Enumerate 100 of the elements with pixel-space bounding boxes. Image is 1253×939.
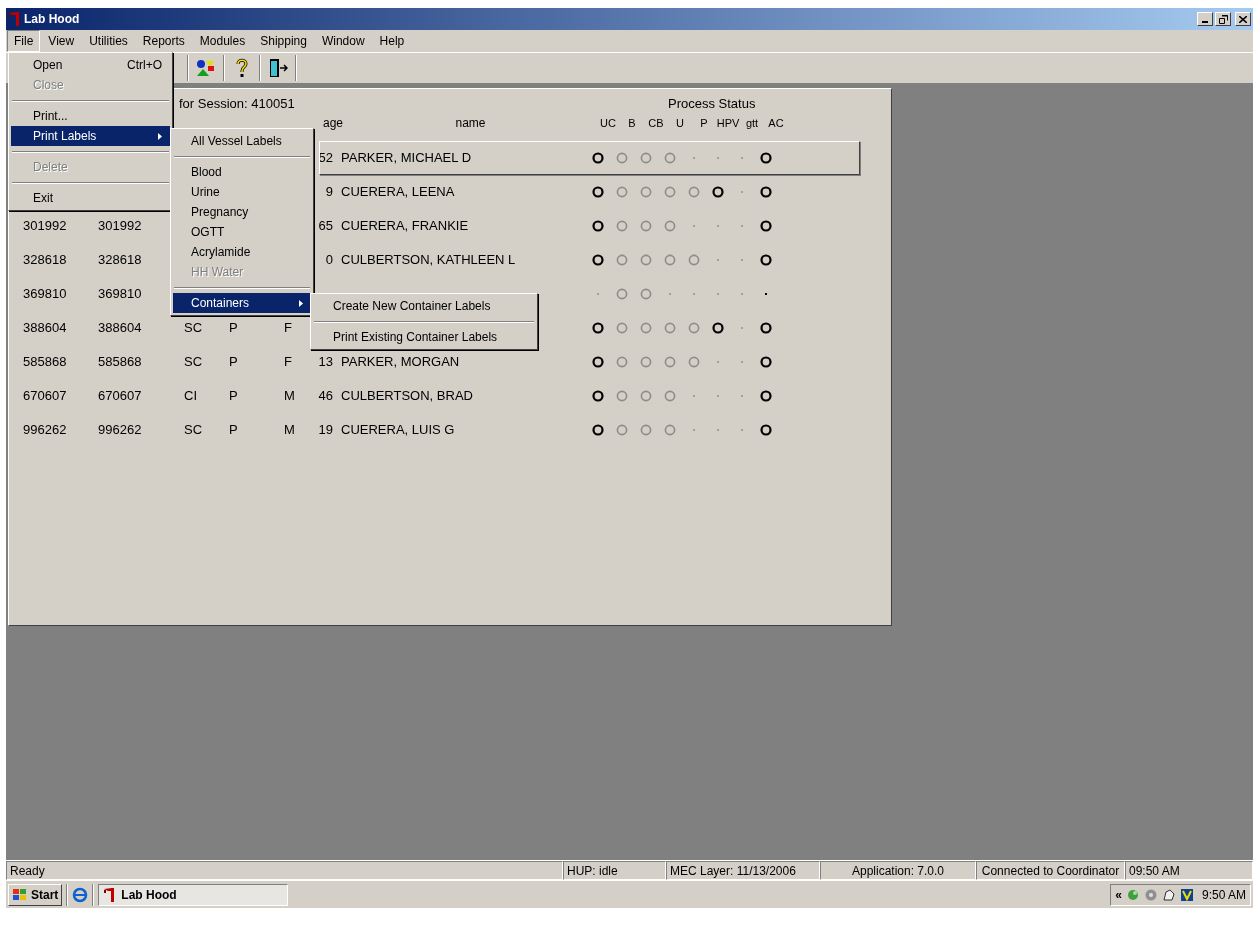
menu-item[interactable]: Exit bbox=[11, 188, 170, 208]
menu-bar-item[interactable]: Window bbox=[314, 30, 372, 52]
status-bar-panel: Ready bbox=[6, 861, 563, 880]
shapes-icon[interactable] bbox=[196, 59, 216, 77]
close-icon bbox=[1239, 15, 1247, 23]
menu-bar-item[interactable]: Modules bbox=[192, 30, 253, 52]
status-bar-panel: Application: 7.0.0 bbox=[820, 861, 976, 880]
tray-clock: 9:50 AM bbox=[1201, 886, 1246, 904]
column-header: gtt bbox=[745, 115, 759, 131]
menu-item[interactable]: Print Labels bbox=[11, 126, 170, 146]
table-cell: F bbox=[284, 354, 292, 370]
tray-expand-button[interactable]: « bbox=[1115, 885, 1122, 904]
restore-icon bbox=[1218, 14, 1228, 24]
menu-bar-item[interactable]: View bbox=[41, 30, 82, 52]
table-cell-text: 19 bbox=[318, 421, 333, 440]
column-header: age bbox=[322, 115, 343, 132]
column-header: UC bbox=[600, 115, 616, 131]
table-cell: 328618 bbox=[23, 252, 67, 268]
submenu-arrow-icon bbox=[158, 132, 162, 140]
table-cell: F bbox=[284, 320, 292, 336]
column-header: HPV bbox=[716, 115, 740, 131]
menu-item[interactable]: Blood bbox=[173, 162, 311, 182]
menu-bar-item[interactable]: File bbox=[7, 30, 41, 52]
table-cell: CULBERTSON, BRAD bbox=[341, 388, 473, 404]
table-cell: P bbox=[229, 388, 238, 404]
tray-hand-icon[interactable] bbox=[1161, 887, 1176, 902]
table-cell: P bbox=[229, 354, 238, 370]
table-cell: 388604 bbox=[98, 320, 142, 336]
status-bar-panel: HUP: idle bbox=[563, 861, 666, 880]
table-cell: 585868 bbox=[98, 354, 142, 370]
table-cell-text: 9 bbox=[325, 183, 333, 202]
table-cell: SC bbox=[184, 320, 203, 336]
menu-bar-item[interactable]: Utilities bbox=[82, 30, 135, 52]
menu-item[interactable]: Containers bbox=[173, 293, 311, 313]
close-button[interactable] bbox=[1235, 12, 1251, 26]
minimize-icon bbox=[1202, 21, 1208, 23]
table-cell: CI bbox=[184, 388, 197, 404]
menu-item[interactable]: Open Ctrl+O bbox=[11, 55, 170, 75]
menu-item[interactable]: All Vessel Labels bbox=[173, 131, 311, 151]
taskbar-button[interactable]: Lab Hood bbox=[98, 883, 289, 906]
table-cell: 585868 bbox=[23, 354, 67, 370]
table-cell-text: 65 bbox=[318, 217, 333, 236]
app-icon bbox=[8, 11, 22, 27]
table-cell: CULBERTSON, KATHLEEN L bbox=[341, 252, 516, 268]
menu-bar-item[interactable]: Reports bbox=[135, 30, 192, 52]
menu-item[interactable]: Pregnancy bbox=[173, 202, 311, 222]
table-cell: CUERERA, FRANKIE bbox=[341, 218, 469, 234]
column-header: U bbox=[676, 115, 684, 131]
table-cell: P bbox=[229, 422, 238, 438]
table-cell: 670607 bbox=[98, 388, 142, 404]
table-cell: 301992 bbox=[23, 218, 67, 234]
table-cell: 996262 bbox=[98, 422, 142, 438]
table-cell: 328618 bbox=[98, 252, 142, 268]
tray-app-icon[interactable] bbox=[1179, 887, 1194, 902]
session-heading: for Session: 410051 bbox=[179, 96, 295, 112]
restore-button[interactable] bbox=[1215, 12, 1231, 26]
status-bar-panel: 09:50 AM bbox=[1125, 861, 1253, 880]
minimize-button[interactable] bbox=[1197, 12, 1213, 26]
status-bar-panel: Connected to Coordinator bbox=[976, 861, 1125, 880]
table-cell: PARKER, MORGAN bbox=[341, 354, 460, 370]
table-cell: PARKER, MICHAEL D bbox=[341, 150, 472, 166]
table-cell-text: 13 bbox=[318, 353, 333, 372]
table-cell: P bbox=[229, 320, 238, 336]
table-cell: 388604 bbox=[23, 320, 67, 336]
table-cell-text: 46 bbox=[318, 387, 333, 406]
column-header: CB bbox=[648, 115, 664, 131]
exit-door-icon[interactable] bbox=[268, 58, 288, 78]
selected-row-highlight[interactable] bbox=[319, 141, 860, 175]
table-cell: SC bbox=[184, 422, 203, 438]
column-header: P bbox=[700, 115, 708, 131]
submenu-arrow-icon bbox=[299, 299, 303, 307]
table-cell: 996262 bbox=[23, 422, 67, 438]
table-cell: 369810 bbox=[98, 286, 142, 302]
help-icon[interactable] bbox=[235, 58, 249, 78]
start-button[interactable]: Start bbox=[8, 883, 63, 906]
column-header: name bbox=[455, 115, 486, 132]
status-bar-panel: MEC Layer: 11/13/2006 bbox=[666, 861, 820, 880]
menu-bar-item[interactable]: Help bbox=[372, 30, 412, 52]
menu-bar-item[interactable]: Shipping bbox=[253, 30, 314, 52]
menu-item[interactable]: Print Existing Container Labels bbox=[313, 327, 535, 347]
menu-item[interactable]: OGTT bbox=[173, 222, 311, 242]
table-cell: 301992 bbox=[98, 218, 142, 234]
browser-icon[interactable] bbox=[72, 886, 89, 903]
menu-item[interactable]: Create New Container Labels bbox=[313, 296, 535, 316]
window-title: Lab Hood bbox=[24, 11, 80, 28]
table-cell-text: 0 bbox=[325, 251, 333, 270]
table-cell: CUERERA, LUIS G bbox=[341, 422, 455, 438]
menu-item[interactable]: Urine bbox=[173, 182, 311, 202]
menu-item[interactable]: Print... bbox=[11, 106, 170, 126]
shortcut-label: Ctrl+O bbox=[127, 57, 162, 74]
table-cell: CUERERA, LEENA bbox=[341, 184, 455, 200]
column-header: AC bbox=[768, 115, 784, 131]
process-status-heading: Process Status bbox=[668, 95, 756, 114]
menu-item[interactable]: Acrylamide bbox=[173, 242, 311, 262]
table-cell: M bbox=[284, 388, 295, 404]
table-cell: 670607 bbox=[23, 388, 67, 404]
windows-logo-icon bbox=[12, 887, 28, 902]
table-cell: 369810 bbox=[23, 286, 67, 302]
table-cell: SC bbox=[184, 354, 203, 370]
column-header: B bbox=[628, 115, 636, 131]
